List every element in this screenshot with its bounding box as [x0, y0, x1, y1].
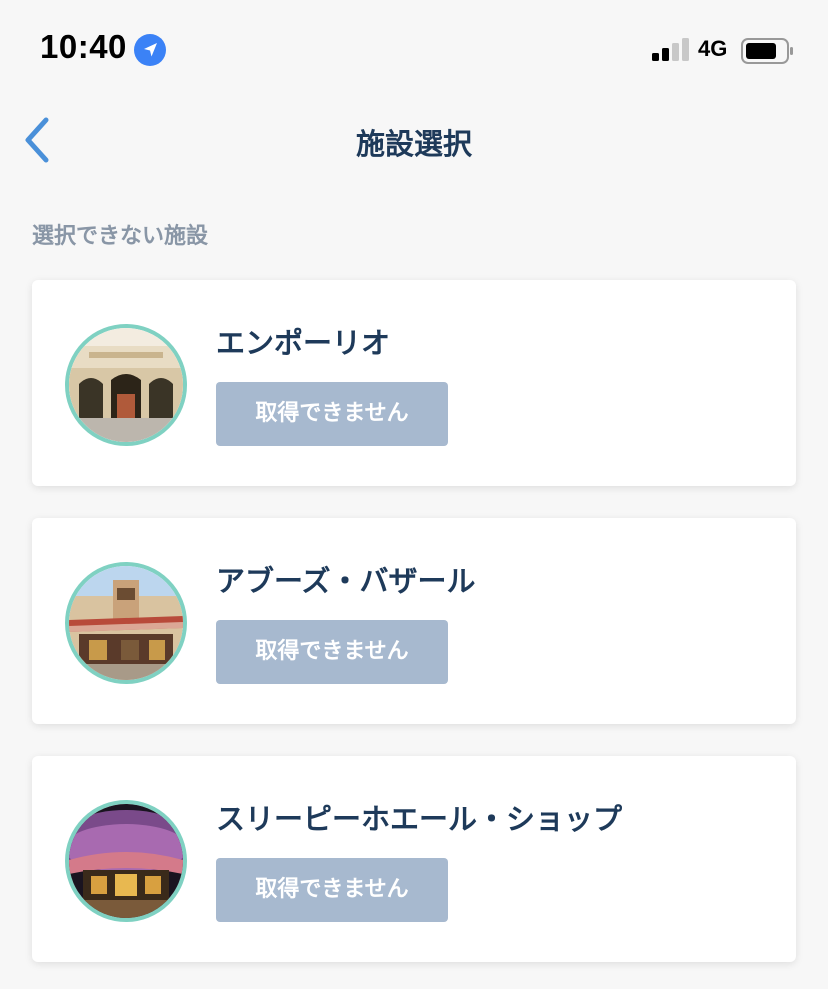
facility-name: スリーピーホエール・ショップ	[216, 802, 623, 836]
unavailable-button[interactable]: 取得できません	[216, 382, 448, 446]
section-label: 選択できない施設	[32, 224, 209, 249]
facility-thumbnail	[65, 324, 187, 446]
facility-thumbnail	[65, 562, 187, 684]
storefront-image	[69, 328, 183, 442]
storefront-image	[69, 566, 183, 680]
facility-thumbnail	[65, 800, 187, 922]
facility-name: アブーズ・バザール	[216, 564, 476, 598]
status-bar: 10:40 4G	[0, 0, 828, 100]
unavailable-button[interactable]: 取得できません	[216, 858, 448, 922]
facility-card: アブーズ・バザール 取得できません	[32, 518, 796, 724]
facility-card: スリーピーホエール・ショップ 取得できません	[32, 756, 796, 962]
facility-card: エンポーリオ 取得できません	[32, 280, 796, 486]
unavailable-button[interactable]: 取得できません	[216, 620, 448, 684]
location-arrow-icon	[134, 34, 166, 66]
signal-bars-icon	[652, 38, 689, 61]
page-title: 施設選択	[355, 127, 472, 161]
whale-shop-image	[69, 804, 183, 918]
network-type: 4G	[698, 36, 728, 61]
facility-name: エンポーリオ	[216, 326, 391, 360]
status-time: 10:40	[40, 28, 127, 65]
battery-icon	[741, 38, 793, 64]
